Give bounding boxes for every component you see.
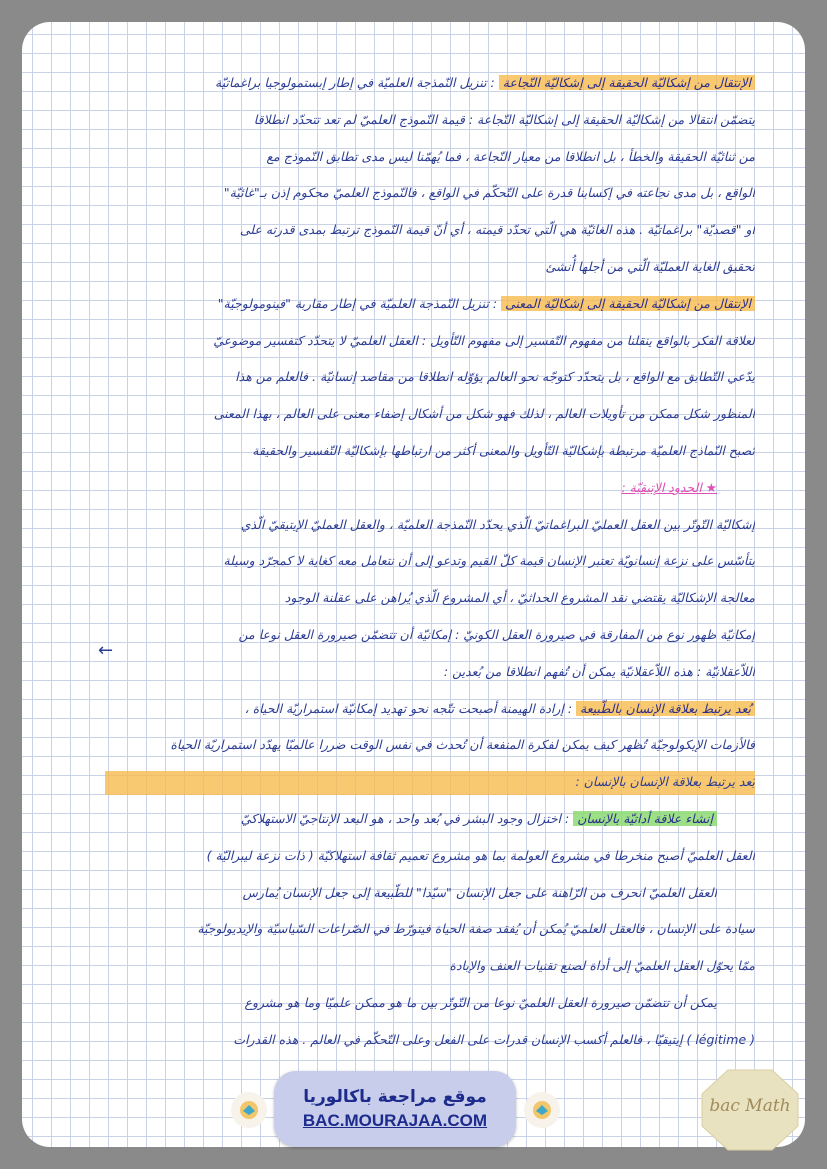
site-url-link[interactable]: BAC.MOURAJAA.COM [303,1111,487,1131]
text-line: سيادة على الإنسان ، فالعقل العلميّ يُمكن… [105,914,755,944]
site-banner[interactable]: موقع مراجعة باكالوريا BAC.MOURAJAA.COM [274,1071,516,1147]
text-line: معالجة الإشكاليّة يقتضي نقد المشروع الحد… [105,583,755,613]
text-line: يمكن أن تتضمّن صيرورة العقل العلميّ نوعا… [105,988,717,1018]
line-rest: : إرادة الهيمنة أصبحت تتّجه نحو تهديد إم… [244,701,577,716]
left-arrow-icon: ← [98,640,114,661]
text-line: الإنتقال من إشكاليّة الحقيقة إلى إشكاليّ… [105,289,755,319]
line-rest: : تنزيل النّمذجة العلميّة في إطار إبستمو… [215,75,499,90]
text-line: إمكانيّة ظهور نوع من المفارقة في صيرورة … [105,620,755,650]
line-text: لعلاقة الفكر بالواقع ينقلنا من مفهوم الت… [213,333,755,348]
highlighted-phrase: الإنتقال من إشكاليّة الحقيقة إلى إشكاليّ… [498,75,755,90]
left-logo-icon [231,1092,267,1128]
line-text: العقل العلميّ انحرف من الرّاهنة على جعل … [242,885,717,900]
line-text: تحقيق الغاية العمليّة الّتي من أجلها أُن… [545,259,755,274]
line-text: من ثنائيّة الحقيقة والخطأ ، بل انطلاقا م… [266,149,755,164]
site-name: موقع مراجعة باكالوريا [303,1087,487,1107]
line-text: إمكانيّة ظهور نوع من المفارقة في صيرورة … [238,627,755,642]
text-line: لعلاقة الفكر بالواقع ينقلنا من مفهوم الت… [105,326,755,356]
line-text: ممّا يحوّل العقل العلميّ إلى أداة لصنع ت… [449,958,755,973]
text-line: فالأزمات الإيكولوجيّة تُظهر كيف يمكن لفك… [105,730,755,760]
line-text: معالجة الإشكاليّة يقتضي نقد المشروع الحد… [284,590,755,605]
text-line: ( légitime ) إيتيقيّا ، فالعلم أكسب الإن… [105,1025,755,1055]
text-line: إنشاء علاقة أداتيّة بالإنسان : اختزال وج… [105,804,717,834]
line-text: فالأزمات الإيكولوجيّة تُظهر كيف يمكن لفك… [170,737,755,752]
text-line: يدّعي التّطابق مع الواقع ، بل يتحدّد كتو… [105,362,755,392]
line-text: أو "قصديّة" براغماتيّة . هذه الغائيّة هي… [239,222,755,237]
text-line: بُعد يرتبط بعلاقة الإنسان بالطّبيعة : إر… [105,694,755,724]
line-text: ( légitime ) إيتيقيّا ، فالعلم أكسب الإن… [233,1032,755,1047]
text-line: الواقع ، بل مدى نجاعته في إكسابنا قدرة ع… [105,178,755,208]
line-text: ★ الحدود الإتيقيّة : [621,480,717,495]
line-text: بُعد يرتبط بعلاقة الإنسان بالطّبيعة : إر… [245,701,755,716]
line-text: بُعد يرتبط بعلاقة الإنسان بالإنسان : [575,774,755,789]
line-rest: : اختزال وجود البشر في بُعد واحد ، هو ال… [240,811,574,826]
text-line: يتضمّن انتقالا من إشكاليّة الحقيقة إلى إ… [105,105,755,135]
text-line: بُعد يرتبط بعلاقة الإنسان بالإنسان : [105,767,755,797]
text-line: اللاّعقلانيّة : هذه اللاّعقلانيّة يمكن أ… [105,657,755,687]
text-line: ممّا يحوّل العقل العلميّ إلى أداة لصنع ت… [105,951,755,981]
line-text: إشكاليّة التّوتّر بين العقل العمليّ البر… [240,517,755,532]
line-text: سيادة على الإنسان ، فالعقل العلميّ يُمكن… [197,921,755,936]
bac-math-logo-text: bac Math [709,1096,791,1116]
line-text: إنشاء علاقة أداتيّة بالإنسان : اختزال وج… [241,811,717,826]
line-text: المنظور شكل ممكن من تأويلات العالم ، لذل… [213,406,755,421]
line-text: الإنتقال من إشكاليّة الحقيقة إلى إشكاليّ… [215,75,755,90]
highlighted-phrase: إنشاء علاقة أداتيّة بالإنسان [573,811,717,826]
text-line: العقل العلميّ أصبح منخرطا في مشروع العول… [105,841,755,871]
right-logo-icon [524,1092,560,1128]
line-text: اللاّعقلانيّة : هذه اللاّعقلانيّة يمكن أ… [443,664,755,679]
text-line: تُصبح النّماذج العلميّة مرتبطة بإشكاليّة… [105,436,755,466]
text-line: أو "قصديّة" براغماتيّة . هذه الغائيّة هي… [105,215,755,245]
highlighted-phrase: الإنتقال من إشكاليّة الحقيقة إلى إشكاليّ… [501,296,755,311]
section-heading: ★ الحدود الإتيقيّة : [105,473,717,503]
text-line: تحقيق الغاية العمليّة الّتي من أجلها أُن… [105,252,755,282]
line-text: يتأسّس على نزعة إنسانويّة تعتبر الإنسان … [223,553,755,568]
line-text: الإنتقال من إشكاليّة الحقيقة إلى إشكاليّ… [218,296,755,311]
line-rest: : تنزيل النّمذجة العلميّة في إطار مقاربة… [217,296,502,311]
line-text: الواقع ، بل مدى نجاعته في إكسابنا قدرة ع… [223,185,755,200]
text-line: إشكاليّة التّوتّر بين العقل العمليّ البر… [105,510,755,540]
text-line: من ثنائيّة الحقيقة والخطأ ، بل انطلاقا م… [105,142,755,172]
highlighted-phrase: بُعد يرتبط بعلاقة الإنسان بالطّبيعة [576,701,755,716]
text-line: المنظور شكل ممكن من تأويلات العالم ، لذل… [105,399,755,429]
line-text: يمكن أن تتضمّن صيرورة العقل العلميّ نوعا… [244,995,717,1010]
line-text: تُصبح النّماذج العلميّة مرتبطة بإشكاليّة… [252,443,755,458]
text-line: الإنتقال من إشكاليّة الحقيقة إلى إشكاليّ… [105,68,755,98]
line-text: يتضمّن انتقالا من إشكاليّة الحقيقة إلى إ… [253,112,755,127]
line-text: يدّعي التّطابق مع الواقع ، بل يتحدّد كتو… [235,369,755,384]
text-line: العقل العلميّ انحرف من الرّاهنة على جعل … [105,878,717,908]
line-text: العقل العلميّ أصبح منخرطا في مشروع العول… [206,848,755,863]
text-line: يتأسّس على نزعة إنسانويّة تعتبر الإنسان … [105,546,755,576]
